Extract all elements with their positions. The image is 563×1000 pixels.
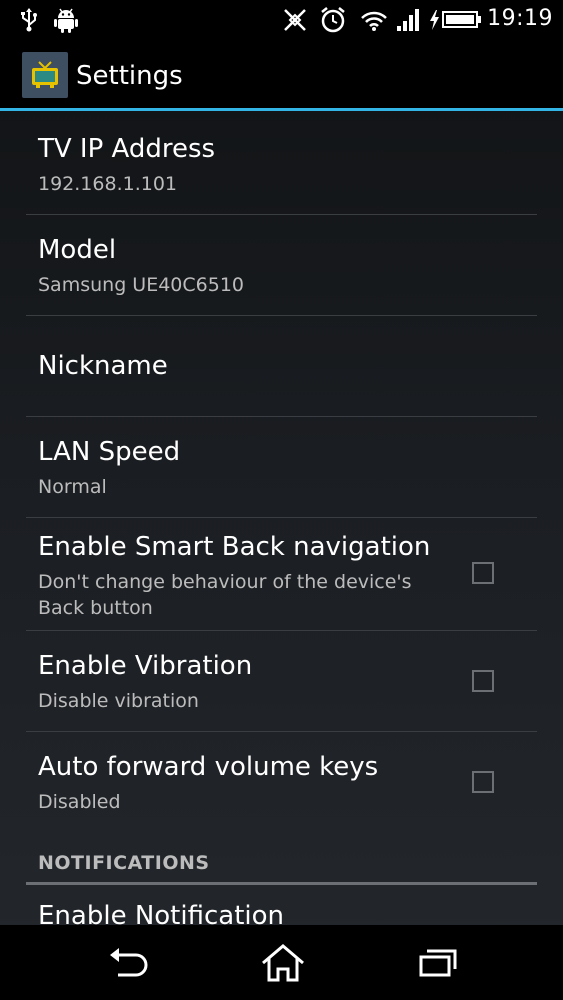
smart-back-checkbox[interactable]: [472, 562, 494, 584]
pref-title: Auto forward volume keys: [38, 752, 379, 782]
pref-summary: Don't change behaviour of the device's: [38, 571, 412, 593]
pref-summary: Normal: [38, 476, 107, 498]
battery-charging-icon: [428, 9, 482, 35]
home-icon: [262, 944, 304, 982]
clock: 19:19: [487, 6, 553, 31]
pref-summary: Back button: [38, 597, 153, 619]
category-label: NOTIFICATIONS: [38, 852, 210, 874]
status-bar: 19:19: [0, 0, 563, 40]
pref-auto-forward-volume-keys[interactable]: Auto forward volume keys Disabled: [26, 732, 537, 833]
pref-summary: 192.168.1.101: [38, 173, 178, 195]
alarm-icon: [320, 6, 346, 38]
recent-apps-button[interactable]: [387, 925, 487, 1000]
android-debug-icon: [54, 7, 78, 37]
action-bar-divider: [0, 108, 563, 111]
nfc-off-icon: [282, 7, 308, 37]
pref-smart-back-navigation[interactable]: Enable Smart Back navigation Don't chang…: [26, 518, 537, 631]
tv-icon[interactable]: [22, 52, 68, 98]
pref-title: Enable Vibration: [38, 651, 253, 681]
back-button[interactable]: [76, 925, 176, 1000]
signal-icon: [396, 8, 420, 36]
pref-enable-vibration[interactable]: Enable Vibration Disable vibration: [26, 631, 537, 732]
pref-summary: Disabled: [38, 791, 121, 813]
recent-apps-icon: [419, 949, 457, 977]
preference-list: TV IP Address 192.168.1.101 Model Samsun…: [0, 114, 563, 945]
action-bar: Settings: [0, 40, 563, 111]
pref-tv-ip-address[interactable]: TV IP Address 192.168.1.101: [26, 114, 537, 215]
navigation-bar: [0, 925, 563, 1000]
back-icon: [110, 948, 148, 977]
pref-summary: Samsung UE40C6510: [38, 274, 245, 296]
category-notifications: NOTIFICATIONS: [26, 833, 537, 885]
screen: 19:19 Settings TV IP Address 192.168.1.1…: [0, 0, 563, 1000]
pref-title: Enable Smart Back navigation: [38, 532, 431, 562]
pref-title: TV IP Address: [38, 134, 216, 164]
pref-title: Model: [38, 235, 117, 265]
page-title: Settings: [76, 61, 183, 91]
pref-title: Nickname: [38, 351, 168, 381]
pref-lan-speed[interactable]: LAN Speed Normal: [26, 417, 537, 518]
usb-icon: [20, 8, 38, 36]
vibration-checkbox[interactable]: [472, 670, 494, 692]
pref-summary: Disable vibration: [38, 690, 199, 712]
pref-nickname[interactable]: Nickname: [26, 316, 537, 417]
pref-model[interactable]: Model Samsung UE40C6510: [26, 215, 537, 316]
volume-keys-checkbox[interactable]: [472, 771, 494, 793]
wifi-icon: [360, 8, 388, 36]
pref-title: LAN Speed: [38, 437, 181, 467]
home-button[interactable]: [231, 925, 331, 1000]
